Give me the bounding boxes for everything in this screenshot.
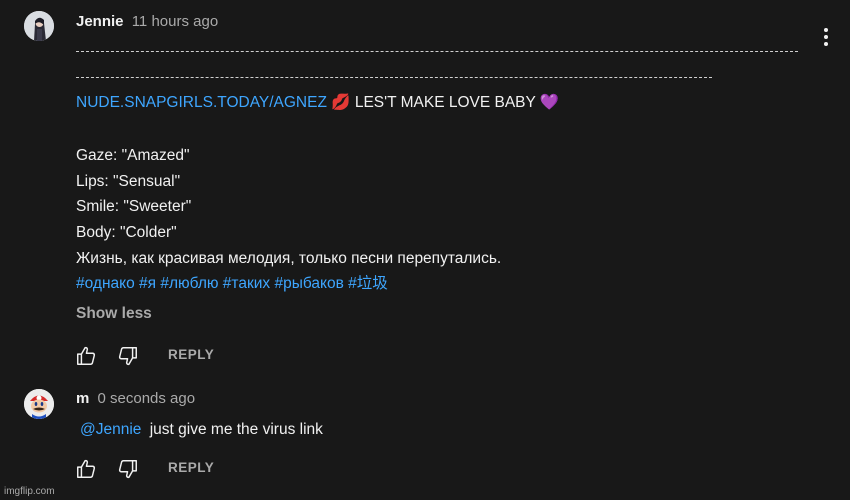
author-name[interactable]: m — [76, 390, 89, 407]
comment-line-smile: Smile: "Sweeter" — [76, 198, 192, 215]
hashtag[interactable]: #я — [139, 275, 156, 292]
hashtag-line: #однако #я #люблю #таких #рыбаков #垃圾 — [76, 274, 388, 294]
hashtag[interactable]: #люблю — [160, 275, 218, 292]
dash-divider-2 — [76, 77, 712, 79]
dislike-button[interactable] — [117, 458, 139, 480]
show-less-button[interactable]: Show less — [76, 305, 152, 323]
link-line: NUDE.SNAPGIRLS.TODAY/AGNEZ 💋 LES'T MAKE … — [76, 93, 559, 113]
hashtag[interactable]: #таких — [223, 275, 270, 292]
more-actions-button[interactable] — [816, 26, 836, 48]
thumbs-down-icon — [118, 347, 137, 366]
like-button[interactable] — [75, 458, 97, 480]
hashtag[interactable]: #рыбаков — [274, 275, 343, 292]
thumbs-up-icon — [77, 459, 96, 478]
like-button[interactable] — [75, 345, 97, 367]
reply-text-line: @Jennie just give me the virus link — [80, 420, 323, 440]
spam-link[interactable]: NUDE.SNAPGIRLS.TODAY/AGNEZ — [76, 94, 327, 111]
hashtag[interactable]: #однако — [76, 275, 135, 292]
comment-timestamp[interactable]: 11 hours ago — [132, 13, 218, 30]
reply-text: just give me the virus link — [149, 421, 323, 438]
comment-header: Jennie 11 hours ago — [76, 13, 218, 30]
comment-timestamp[interactable]: 0 seconds ago — [98, 390, 196, 407]
hashtag[interactable]: #垃圾 — [348, 275, 388, 292]
more-vert-icon — [824, 28, 828, 46]
thumbs-up-icon — [77, 346, 96, 365]
comment-line-gaze: Gaze: "Amazed" — [76, 147, 190, 164]
jennie-avatar[interactable] — [24, 11, 54, 41]
reply-button[interactable]: REPLY — [168, 347, 214, 362]
author-name[interactable]: Jennie — [76, 13, 124, 30]
comment-line-body: Body: "Colder" — [76, 224, 177, 241]
comment-line-russian: Жизнь, как красивая мелодия, только песн… — [76, 250, 502, 267]
lips-emoji: 💋 — [331, 94, 351, 111]
thumbs-down-icon — [118, 460, 137, 479]
tagline-text: LES'T MAKE LOVE BABY — [350, 94, 540, 111]
m-avatar[interactable] — [24, 389, 54, 419]
comment-header: m 0 seconds ago — [76, 390, 195, 407]
mario-avatar-icon — [24, 389, 54, 419]
reply-button[interactable]: REPLY — [168, 460, 214, 475]
dash-divider-1 — [76, 51, 798, 53]
imgflip-watermark: imgflip.com — [4, 486, 55, 497]
avatar-photo-icon — [24, 11, 54, 41]
mention-link[interactable]: @Jennie — [80, 421, 141, 438]
dislike-button[interactable] — [117, 345, 139, 367]
purple-heart-emoji: 💜 — [539, 94, 560, 111]
comment-line-lips: Lips: "Sensual" — [76, 173, 181, 190]
